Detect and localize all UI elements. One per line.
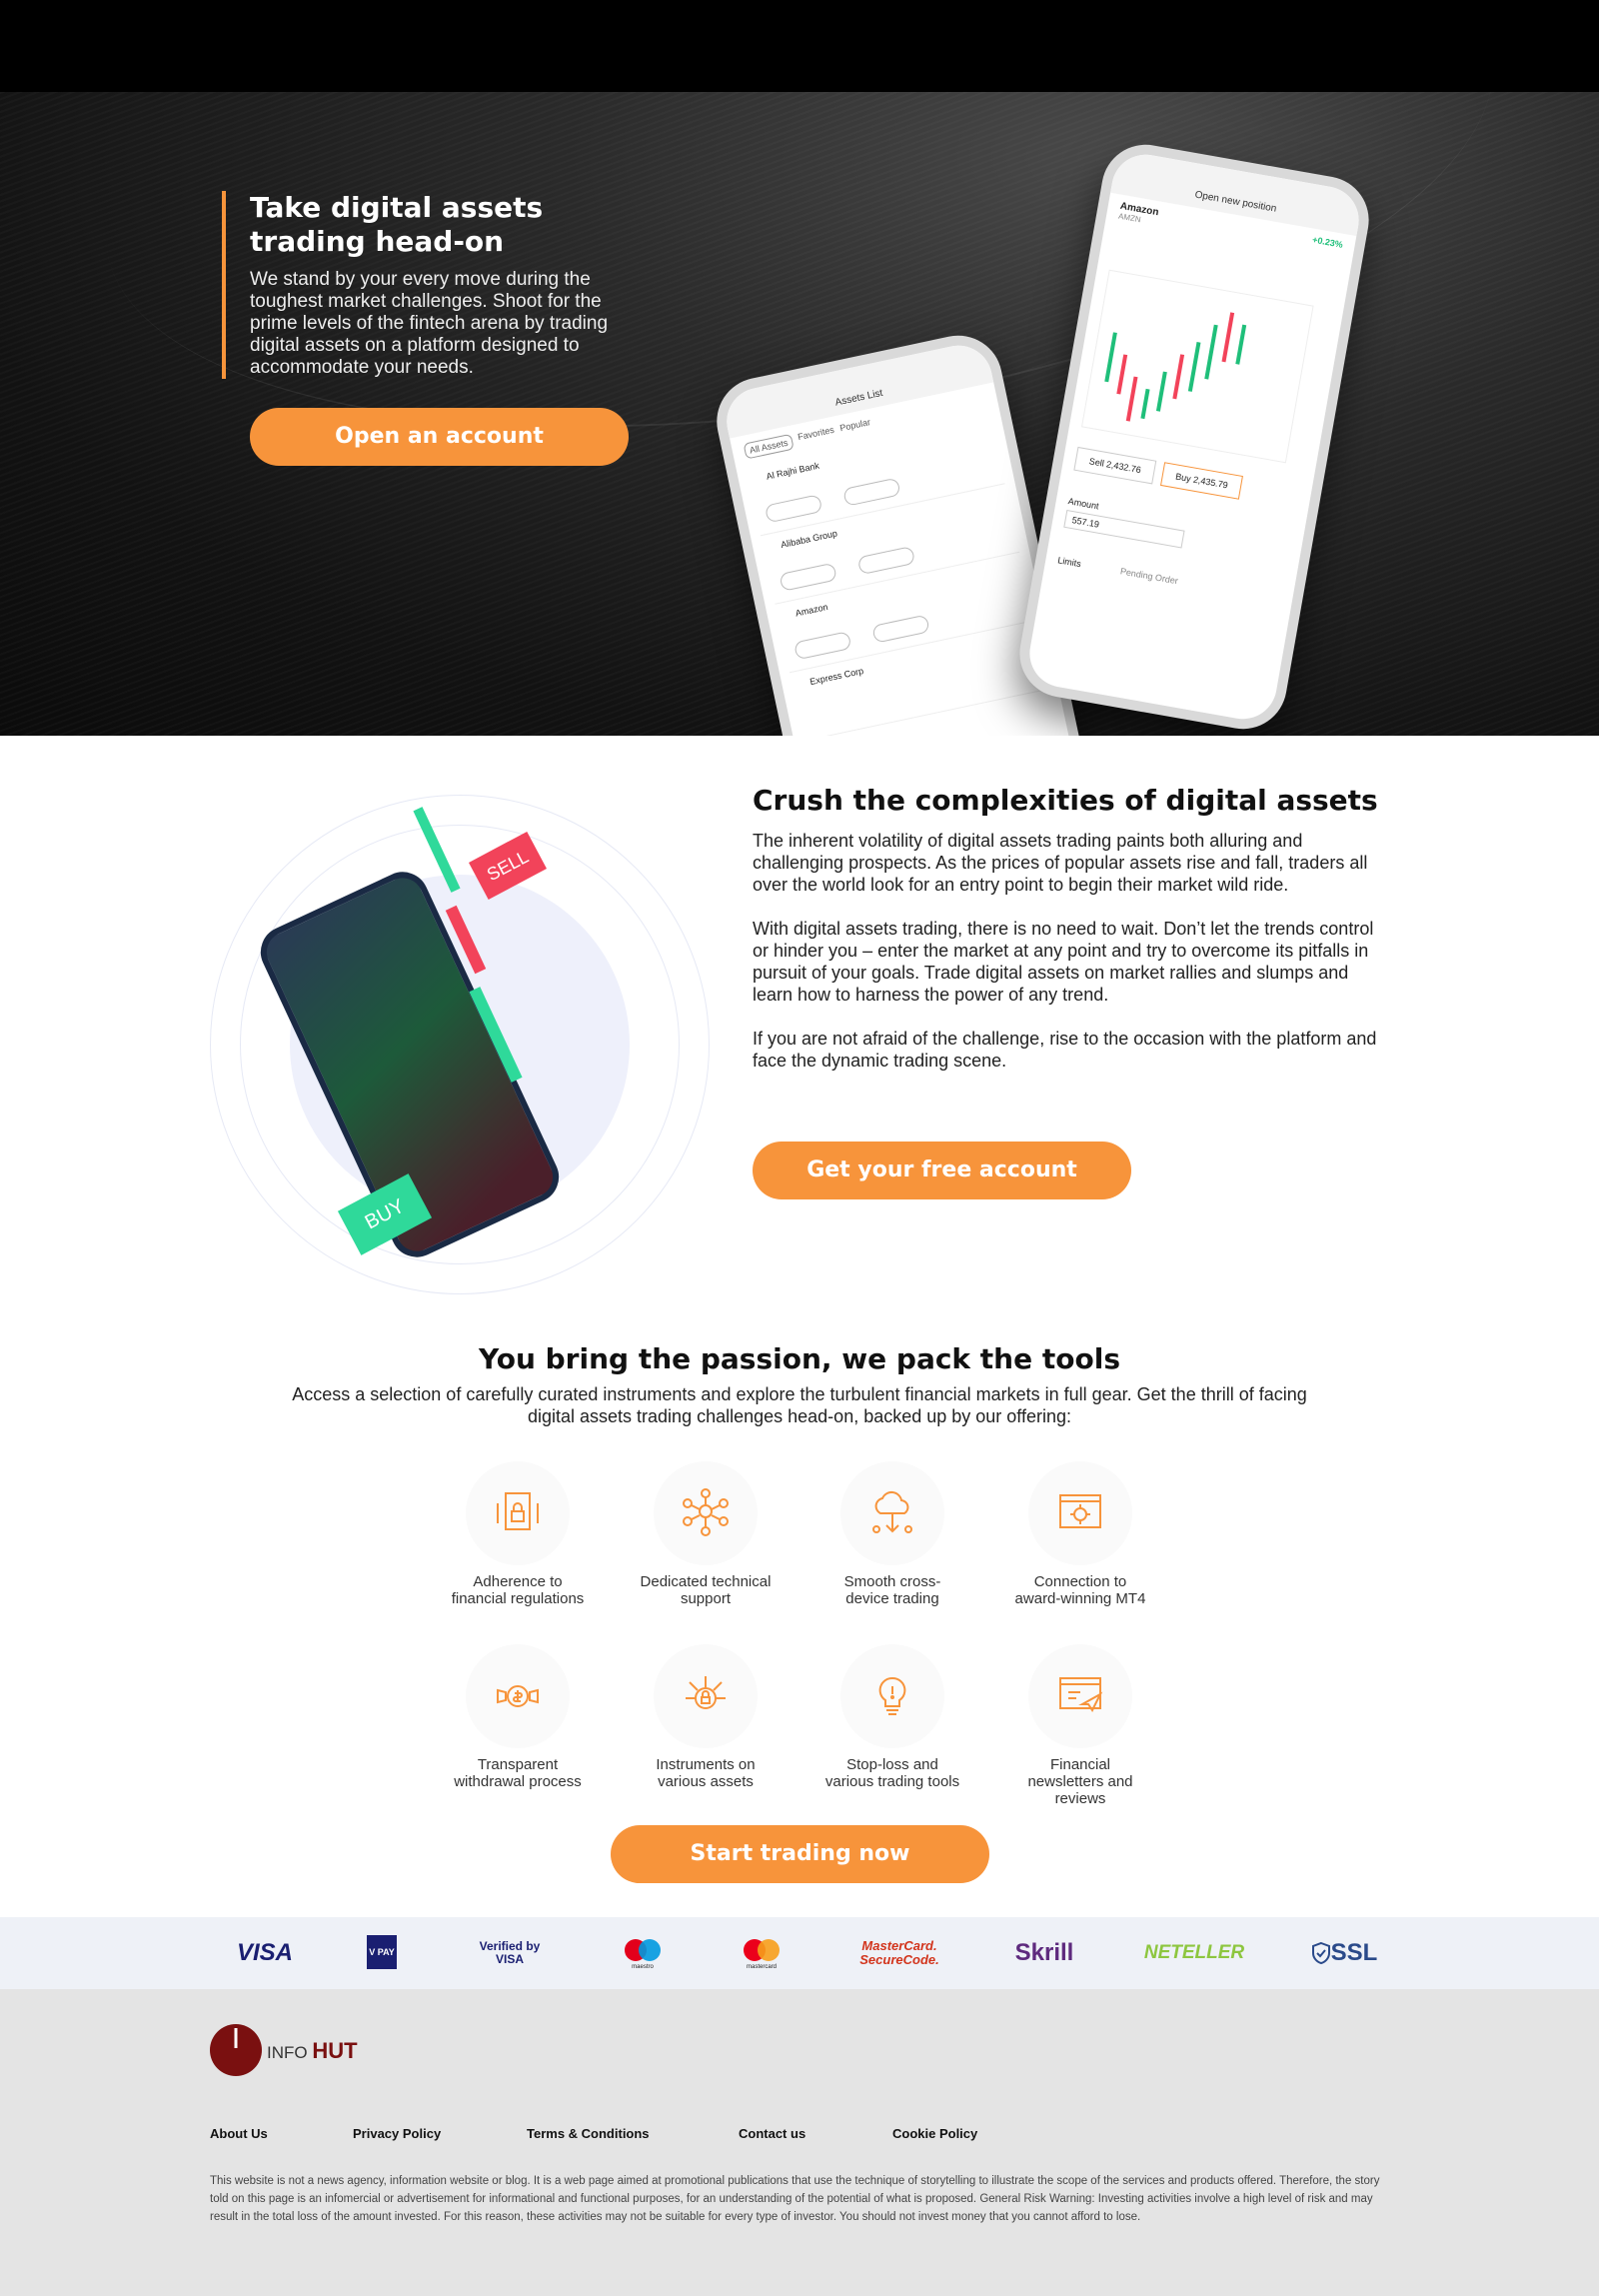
candle [1187,341,1201,392]
section2-paragraph: With digital assets trading, there is no… [753,919,1374,1005]
get-free-account-button[interactable]: Get your free account [753,1142,1131,1199]
limits-tab: Limits [1056,555,1082,570]
footer: INFO HUT About Us Privacy Policy Terms &… [0,1989,1599,2296]
buy-pill [871,614,930,644]
circuit-lock-icon [654,1644,758,1748]
top-bar [0,0,1599,92]
feature-label: Transparent withdrawal process [454,1756,582,1790]
sell-pill [779,562,837,592]
candle [1172,354,1185,400]
mastercard-securecode-logo: MasterCard. SecureCode. [859,1938,939,1967]
logo-hut-text: HUT [312,2038,358,2063]
candle [1140,388,1150,420]
mastercard-logo: mastercard [737,1935,787,1971]
feature-item: Transparent withdrawal process [448,1644,588,1790]
open-account-button[interactable]: Open an account [250,408,629,466]
candle [1155,371,1167,412]
sell-box: Sell 2,432.76 [1073,446,1157,485]
mastercard-label: mastercard [746,1964,777,1970]
footer-link-cookie[interactable]: Cookie Policy [892,2126,977,2141]
tab-popular: Popular [838,417,871,434]
candle [1125,376,1138,422]
candle [1235,324,1247,365]
dollar-megaphone-icon [466,1644,570,1748]
feature-label: Smooth cross-device trading [843,1573,941,1607]
feature-label: Financial newsletters and reviews [1027,1756,1133,1807]
footer-link-about[interactable]: About Us [210,2126,268,2141]
footer-link-terms[interactable]: Terms & Conditions [527,2126,650,2141]
feature-item: Smooth cross-device trading [822,1461,962,1607]
hero-text-block: Take digital assets trading head-on We s… [222,191,652,379]
candlestick-chart [1080,269,1314,464]
feature-item: Financial newsletters and reviews [1010,1644,1150,1807]
regulation-lock-icon [466,1461,570,1565]
neteller-logo: NETELLER [1143,1942,1245,1963]
buy-pill [842,477,901,507]
feature-label: Connection to award-winning MT4 [1014,1573,1146,1607]
section2-title: Crush the complexities of digital assets [753,784,1378,817]
logo-info-text: INFO [267,2043,308,2062]
feature-item: Stop-loss and various trading tools [822,1644,962,1790]
start-trading-button[interactable]: Start trading now [611,1825,989,1883]
footer-link-privacy[interactable]: Privacy Policy [353,2126,441,2141]
feature-label: Dedicated technical support [640,1573,772,1607]
asset-name: Express Corp [808,665,864,688]
pending-order-tab: Pending Order [1119,566,1179,587]
candle [1204,324,1218,380]
tab-favorites: Favorites [797,424,835,443]
buy-box: Buy 2,435.79 [1160,462,1243,500]
asset-name: Al Rajhi Bank [765,460,820,482]
payment-methods-bar: VISA V PAY Verified by VISA maestro mast… [0,1917,1599,1989]
paper-plane-icon [1028,1644,1132,1748]
section2-paragraph: The inherent volatility of digital asset… [753,831,1368,895]
hero-title: Take digital assets trading head-on [250,191,544,258]
feature-item: Dedicated technical support [636,1461,776,1607]
feature-item: Connection to award-winning MT4 [1010,1461,1150,1607]
feature-label: Stop-loss and various trading tools [824,1756,960,1790]
visa-logo: VISA [236,1939,293,1966]
feature-label: Instruments on various assets [656,1756,756,1790]
cloud-sync-icon [840,1461,944,1565]
tab-all-assets: All Assets [743,433,795,460]
vpay-logo: V PAY [367,1935,397,1969]
feature-item: Instruments on various assets [636,1644,776,1790]
buy-pill [856,546,916,576]
section3-title: You bring the passion, we pack the tools [479,1342,1120,1375]
candle [1221,312,1235,363]
site-logo[interactable]: INFO HUT [267,2038,358,2064]
footer-link-contact[interactable]: Contact us [739,2126,805,2141]
hero-section: Take digital assets trading head-on We s… [0,92,1599,736]
hero-description: We stand by your every move during the t… [250,269,609,378]
candle [1104,332,1117,383]
site-logo-icon[interactable] [210,2024,262,2076]
support-network-icon [654,1461,758,1565]
maestro-logo: maestro [618,1935,668,1971]
asset-name: Alibaba Group [780,528,838,551]
skrill-logo: Skrill [1014,1939,1074,1966]
maestro-label: maestro [632,1964,654,1970]
footer-disclaimer: This website is not a news agency, infor… [210,2175,1380,2223]
trading-phone-illustration: SELL BUY [210,785,710,1294]
asset-name: Amazon [794,601,829,619]
lightbulb-icon [840,1644,944,1748]
feature-label: Adherence to financial regulations [451,1573,585,1607]
verified-by-visa-logo: Verified by VISA [479,1939,541,1966]
sell-pill [793,631,852,661]
monitor-gear-icon [1028,1461,1132,1565]
section2-body: The inherent volatility of digital asset… [753,830,1382,1094]
candle [1116,354,1128,395]
ssl-badge: SSL [1309,1935,1379,1971]
section3-subtitle: Access a selection of carefully curated … [292,1384,1307,1426]
sell-pill [764,494,823,524]
ssl-label: SSL [1330,1939,1378,1966]
section2-paragraph: If you are not afraid of the challenge, … [753,1029,1377,1071]
feature-item: Adherence to financial regulations [448,1461,588,1607]
